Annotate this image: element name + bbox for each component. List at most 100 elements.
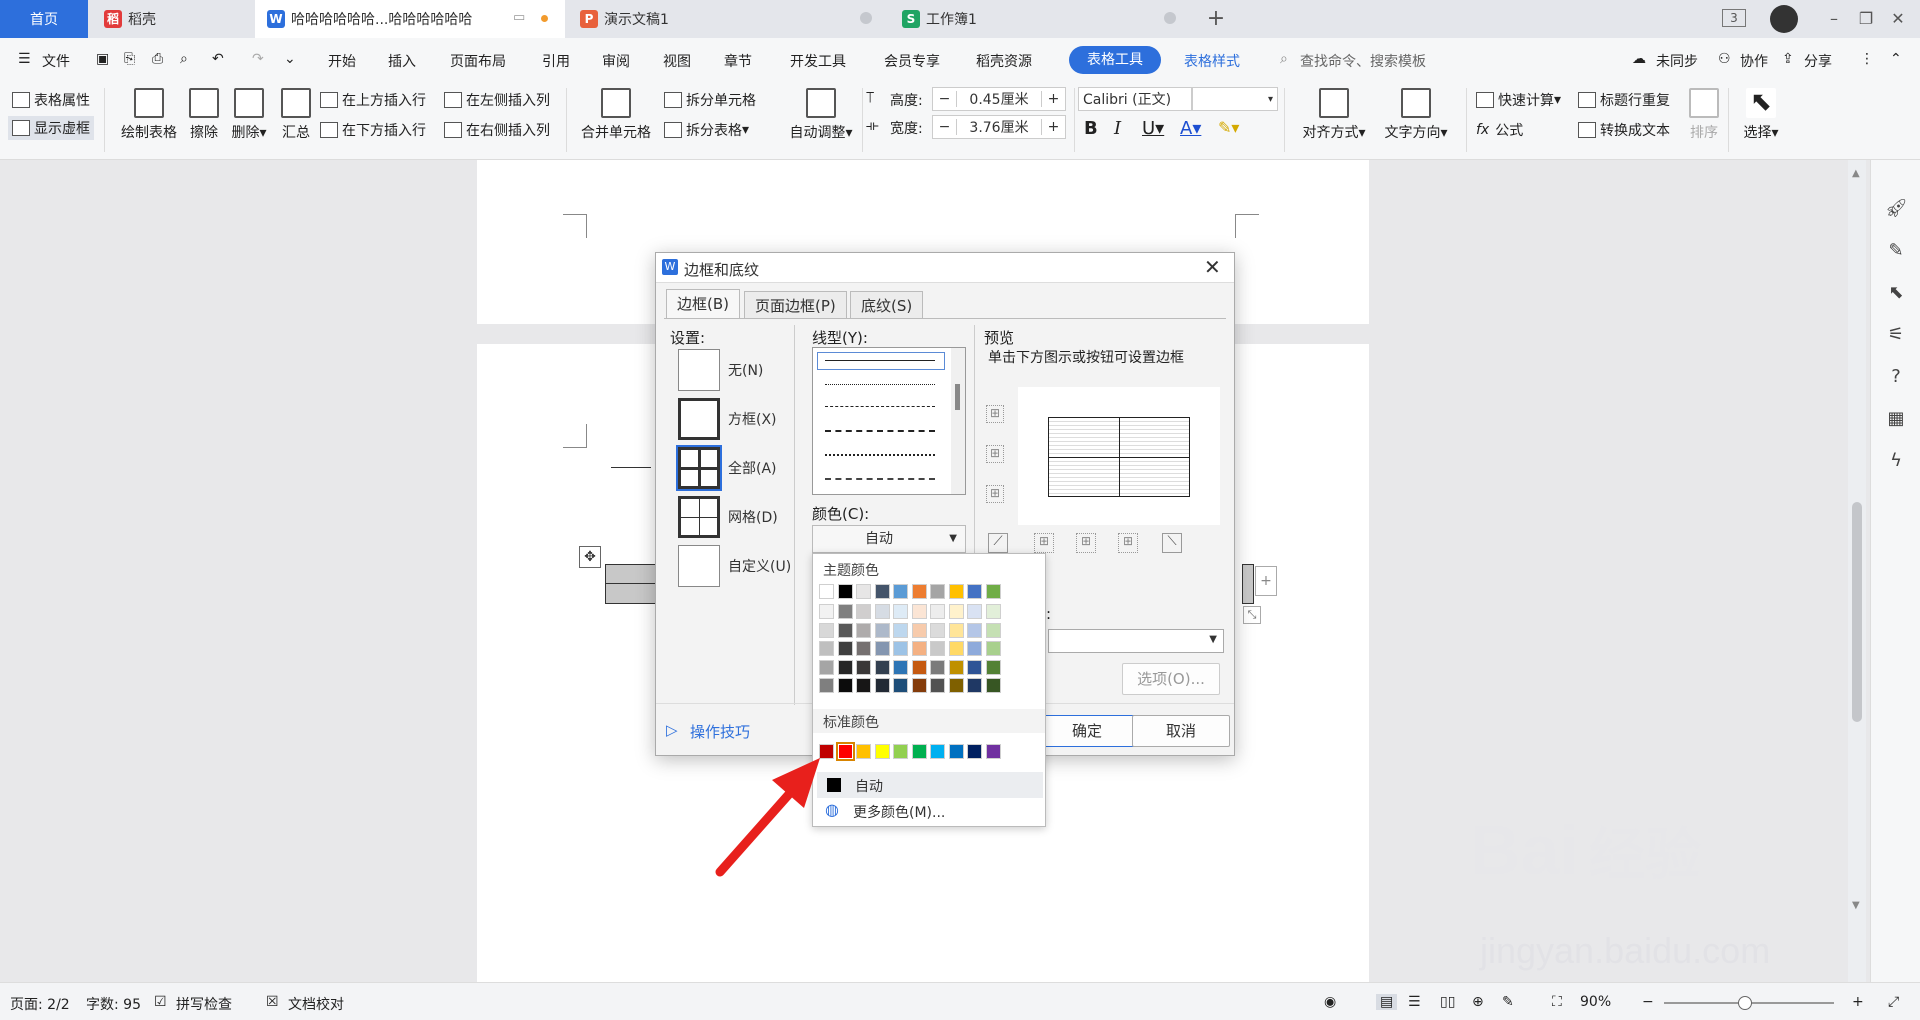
theme-color-swatch[interactable] xyxy=(948,584,964,599)
theme-shade-swatch[interactable] xyxy=(819,604,834,619)
highlight-icon[interactable]: ✎▾ xyxy=(1218,118,1239,137)
standard-color-swatch[interactable] xyxy=(893,744,908,759)
theme-shade-swatch[interactable] xyxy=(874,622,890,638)
new-tab-plus-icon[interactable]: + xyxy=(1202,6,1230,32)
theme-shade-swatch[interactable] xyxy=(856,641,871,656)
italic-icon[interactable]: I xyxy=(1114,118,1121,139)
theme-shade-swatch[interactable] xyxy=(948,604,964,619)
tab-border[interactable]: 边框(B) xyxy=(666,289,740,319)
collapse-ribbon-icon[interactable]: ⌃ xyxy=(1890,51,1902,67)
setting-custom[interactable]: 自定义(U) xyxy=(678,545,791,587)
pen-icon[interactable]: ✎ xyxy=(1885,240,1907,262)
width-increase[interactable]: + xyxy=(1041,119,1065,135)
zoom-out-button[interactable]: − xyxy=(1642,994,1654,1010)
setting-grid[interactable]: 网格(D) xyxy=(678,496,778,538)
apply-to-select[interactable]: ▼ xyxy=(1048,629,1224,653)
standard-color-swatch[interactable] xyxy=(911,744,927,759)
draw-table-button[interactable]: 绘制表格 xyxy=(116,88,182,142)
proofread-button[interactable]: 文档校对 xyxy=(288,994,344,1014)
tab-home[interactable]: 首页 xyxy=(0,0,88,38)
redo-icon[interactable]: ↷ xyxy=(252,51,264,67)
theme-shade-swatch[interactable] xyxy=(967,678,982,693)
quick-calc-button[interactable]: 快速计算 ▾ xyxy=(1476,90,1561,110)
border-top-toggle-icon[interactable]: ⊞ xyxy=(986,405,1004,423)
theme-shade-swatch[interactable] xyxy=(948,622,964,638)
width-spinner[interactable]: − 3.76厘米 + xyxy=(932,115,1066,139)
restore-icon[interactable]: ❐ xyxy=(1852,6,1880,32)
eye-protect-icon[interactable]: ◉ xyxy=(1324,994,1336,1010)
theme-shade-swatch[interactable] xyxy=(893,641,908,656)
vertical-scrollbar[interactable]: ▲ ▼ xyxy=(1848,160,1866,982)
standard-color-swatch[interactable] xyxy=(856,744,871,759)
standard-color-swatch[interactable] xyxy=(835,742,855,761)
theme-color-swatch[interactable] xyxy=(930,584,945,599)
insert-row-above-button[interactable]: 在上方插入行 xyxy=(320,90,426,110)
theme-shade-swatch[interactable] xyxy=(856,659,871,675)
theme-shade-swatch[interactable] xyxy=(819,678,834,693)
tab-xls[interactable]: S 工作簿1 xyxy=(890,0,1190,38)
font-name-select[interactable]: Calibri (正文) xyxy=(1078,87,1192,111)
theme-shade-swatch[interactable] xyxy=(911,659,927,675)
command-search[interactable]: 查找命令、搜索模板 xyxy=(1300,51,1426,71)
spell-check-button[interactable]: 拼写检查 xyxy=(176,994,232,1014)
rocket-icon[interactable]: 🚀︎ xyxy=(1885,198,1908,220)
setting-all[interactable]: 全部(A) xyxy=(676,445,777,491)
theme-shade-swatch[interactable] xyxy=(967,659,982,675)
outline-view-icon[interactable]: ☰ xyxy=(1408,994,1421,1010)
erase-button[interactable]: 擦除 xyxy=(186,88,222,142)
line-style-long-dash[interactable] xyxy=(825,430,935,432)
theme-shade-swatch[interactable] xyxy=(985,678,1001,693)
border-diag-up-icon[interactable]: ⟍ xyxy=(1162,533,1182,553)
theme-shade-swatch[interactable] xyxy=(893,678,908,693)
theme-shade-swatch[interactable] xyxy=(837,622,853,638)
line-style-list[interactable] xyxy=(812,347,966,495)
theme-shade-swatch[interactable] xyxy=(874,641,890,656)
width-value[interactable]: 3.76厘米 xyxy=(957,117,1041,137)
split-table-button[interactable]: 拆分表格 ▾ xyxy=(664,120,749,140)
border-right-toggle-icon[interactable]: ⊞ xyxy=(1118,533,1138,553)
theme-shade-swatch[interactable] xyxy=(930,622,945,638)
height-value[interactable]: 0.45厘米 xyxy=(957,89,1041,109)
menu-insert[interactable]: 插入 xyxy=(388,51,416,71)
height-decrease[interactable]: − xyxy=(933,91,957,107)
lightning-icon[interactable]: ϟ xyxy=(1885,450,1907,472)
menu-review[interactable]: 审阅 xyxy=(602,51,630,71)
line-style-dash-dot[interactable] xyxy=(825,454,935,456)
theme-shade-swatch[interactable] xyxy=(837,659,853,675)
cursor-icon[interactable]: ⬉ xyxy=(1885,282,1907,304)
standard-color-swatch[interactable] xyxy=(985,744,1001,759)
read-view-icon[interactable]: ▯▯ xyxy=(1440,994,1455,1010)
theme-color-swatch[interactable] xyxy=(874,584,890,599)
text-direction-button[interactable]: 文字方向▾ xyxy=(1378,88,1454,142)
formula-button[interactable]: fx 公式 xyxy=(1476,120,1523,140)
adjust-icon[interactable]: ⚟ xyxy=(1885,324,1907,346)
theme-shade-swatch[interactable] xyxy=(856,622,871,638)
scrollbar-thumb[interactable] xyxy=(1852,502,1862,722)
theme-shade-swatch[interactable] xyxy=(837,604,853,619)
theme-color-swatch[interactable] xyxy=(819,584,834,599)
menu-start[interactable]: 开始 xyxy=(328,51,356,71)
border-left-toggle-icon[interactable]: ⊞ xyxy=(1034,533,1054,553)
theme-shade-swatch[interactable] xyxy=(948,678,964,693)
header-repeat-button[interactable]: 标题行重复 xyxy=(1578,90,1670,110)
theme-shade-swatch[interactable] xyxy=(930,604,945,619)
scroll-up-icon[interactable]: ▲ xyxy=(1852,168,1860,179)
theme-shade-swatch[interactable] xyxy=(930,678,945,693)
window-count-badge[interactable]: 3 xyxy=(1722,9,1746,27)
sync-status[interactable]: 未同步 xyxy=(1656,51,1698,71)
theme-shade-swatch[interactable] xyxy=(911,622,927,638)
tab-daoke[interactable]: 稻 稻壳 xyxy=(92,0,252,38)
theme-shade-swatch[interactable] xyxy=(837,678,853,693)
table-resize-icon[interactable]: ⤡ xyxy=(1243,606,1261,624)
more-icon[interactable]: ⋮ xyxy=(1860,51,1874,67)
border-center-toggle-icon[interactable]: ⊞ xyxy=(1076,533,1096,553)
tab-table-style[interactable]: 表格样式 xyxy=(1184,51,1240,71)
ok-button[interactable]: 确定 xyxy=(1038,715,1136,747)
scroll-down-icon[interactable]: ▼ xyxy=(1852,900,1860,911)
user-avatar[interactable] xyxy=(1770,5,1798,33)
theme-shade-swatch[interactable] xyxy=(856,678,871,693)
font-color-icon[interactable]: A▾ xyxy=(1180,118,1201,139)
print-preview-icon[interactable]: ⌕ xyxy=(180,51,188,67)
theme-shade-swatch[interactable] xyxy=(911,678,927,693)
theme-shade-swatch[interactable] xyxy=(893,604,908,619)
